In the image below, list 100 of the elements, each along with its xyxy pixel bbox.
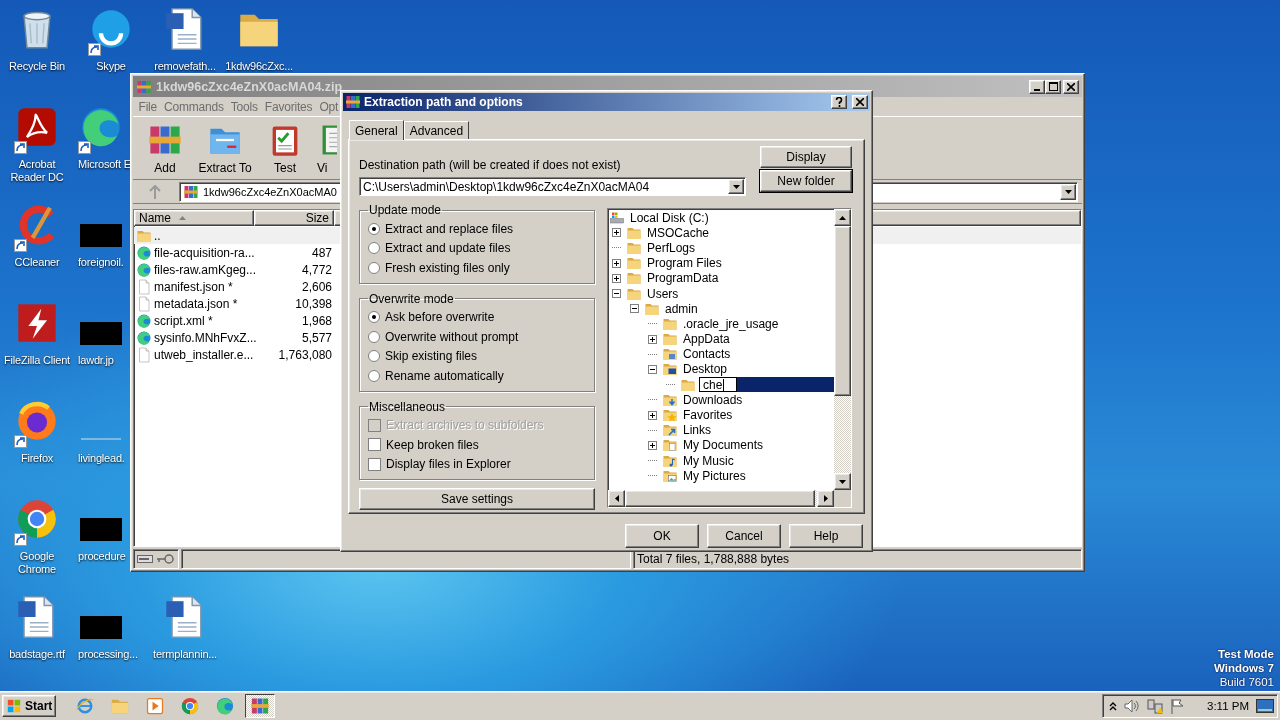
vertical-scrollbar[interactable] xyxy=(834,209,851,490)
file-name[interactable]: metadata.json * xyxy=(154,296,238,311)
flag-icon[interactable] xyxy=(1170,698,1186,714)
thumbnail-icon[interactable] xyxy=(80,224,122,247)
tree-item[interactable]: PerfLogs xyxy=(645,240,698,255)
dialog-button[interactable]: Cancel xyxy=(707,524,781,548)
destination-path-field[interactable]: C:\Users\admin\Desktop\1kdw96cZxc4eZnX0acMA04 xyxy=(359,177,746,196)
radio-button[interactable] xyxy=(368,311,380,324)
tree-item[interactable]: Desktop xyxy=(681,362,730,377)
option-label: Extract and replace files xyxy=(385,221,514,236)
expand-button[interactable] xyxy=(647,334,657,344)
tree-item[interactable]: Program Files xyxy=(645,256,724,271)
collapse-button[interactable] xyxy=(629,304,639,314)
tree-item[interactable]: MSOCache xyxy=(645,225,712,240)
file-name[interactable]: .. xyxy=(154,228,161,243)
tree-item[interactable]: ProgramData xyxy=(645,271,721,286)
collapse-button[interactable] xyxy=(611,289,621,299)
icon-label[interactable]: foreignoil. xyxy=(78,256,124,269)
tree-item[interactable]: My Pictures xyxy=(681,468,748,483)
tree-item[interactable]: Users xyxy=(645,286,681,301)
start-button[interactable]: Start xyxy=(2,695,56,717)
maximize-icon xyxy=(1048,82,1058,91)
toolbar-button[interactable]: Test xyxy=(259,122,311,175)
icon-label[interactable]: 1kdw96cZxc... xyxy=(224,60,294,73)
radio-button[interactable] xyxy=(368,261,380,274)
desktop-folder-icon xyxy=(662,361,678,378)
thumbnail-icon[interactable] xyxy=(80,322,122,345)
file-name[interactable]: script.xml * xyxy=(154,313,213,328)
tree-item[interactable]: Links xyxy=(681,423,713,438)
tree-item[interactable]: My Documents xyxy=(681,438,766,453)
expand-button[interactable] xyxy=(647,410,657,420)
radio-button[interactable] xyxy=(368,369,380,382)
file-name[interactable]: sysinfo.MNhFvxZ... xyxy=(154,330,257,345)
network-icon[interactable] xyxy=(1147,698,1163,714)
file-icon xyxy=(136,278,152,295)
tab[interactable]: General xyxy=(349,120,404,140)
radio-button[interactable] xyxy=(368,242,380,255)
icon-label[interactable]: processing... xyxy=(78,648,138,661)
column-header[interactable]: Size xyxy=(254,210,334,226)
tree-item[interactable]: My Music xyxy=(681,453,736,468)
expand-button[interactable] xyxy=(611,258,621,268)
tab[interactable]: Advanced xyxy=(403,121,470,139)
column-header[interactable]: Name xyxy=(134,210,254,226)
icon-label[interactable]: badstage.rtf xyxy=(2,648,72,661)
rename-field[interactable]: che xyxy=(699,377,737,393)
side-button[interactable]: New folder xyxy=(760,170,852,192)
thumbnail-icon[interactable] xyxy=(80,616,122,639)
icon-label[interactable]: lawdr.jp xyxy=(78,354,114,367)
folder-tree[interactable]: Local Disk (C:) MSOCache PerfLogs Program Files ProgramData Users admin .oracle_jre_usage AppData Contacts Desktop che Downloads Favorites Links My Documents My Music My Pictures xyxy=(607,208,852,508)
selected-row[interactable]: che xyxy=(699,377,834,393)
expand-button[interactable] xyxy=(611,228,621,238)
radio-button[interactable] xyxy=(368,222,380,235)
checkbox[interactable] xyxy=(368,457,381,471)
thumbnail-icon[interactable] xyxy=(80,518,122,541)
icon-label[interactable]: Recycle Bin xyxy=(2,60,72,73)
dialog-button[interactable]: Help xyxy=(789,524,863,548)
checkbox[interactable] xyxy=(368,438,381,452)
icon-label[interactable]: Skype xyxy=(76,60,146,73)
close-button[interactable] xyxy=(852,95,868,109)
file-name[interactable]: manifest.json * xyxy=(154,279,233,294)
dropdown-button[interactable] xyxy=(728,179,744,194)
browser-icon xyxy=(75,696,95,716)
expand-button[interactable] xyxy=(647,440,657,450)
dropdown-button[interactable] xyxy=(1060,183,1076,200)
icon-label[interactable]: removefath... xyxy=(150,60,220,73)
expand-button[interactable] xyxy=(611,273,621,283)
caret-down-icon xyxy=(1064,189,1072,194)
clock[interactable]: 3:11 PM xyxy=(1207,700,1249,712)
file-name[interactable]: file-acquisition-ra... xyxy=(154,245,255,260)
dialog-button[interactable]: OK xyxy=(625,524,699,548)
show-hidden-icons-button[interactable] xyxy=(1109,701,1117,711)
tree-item[interactable]: Contacts xyxy=(681,347,733,362)
tree-item[interactable]: AppData xyxy=(681,332,732,347)
tree-item[interactable]: Local Disk (C:) xyxy=(628,210,711,225)
tree-item[interactable]: Downloads xyxy=(681,392,745,407)
radio-button[interactable] xyxy=(368,350,380,363)
tree-item[interactable]: .oracle_jre_usage xyxy=(681,316,781,331)
toolbar-button[interactable]: Extract To xyxy=(193,122,257,175)
minimize-icon xyxy=(1034,88,1040,91)
file-size: 1,763,080 xyxy=(277,347,332,362)
toolbar-button[interactable]: Add xyxy=(139,122,191,175)
tree-item[interactable]: Favorites xyxy=(681,408,735,423)
side-button[interactable]: Display xyxy=(760,146,852,168)
help-button[interactable] xyxy=(831,95,847,109)
collapse-button[interactable] xyxy=(647,364,657,374)
save-settings-button[interactable]: Save settings xyxy=(359,488,595,510)
icon-label[interactable]: Acrobat Reader DC xyxy=(2,158,72,184)
horizontal-scrollbar[interactable] xyxy=(608,490,834,507)
icon-label[interactable]: CCleaner xyxy=(2,256,72,269)
file-name[interactable]: utweb_installer.e... xyxy=(154,347,254,362)
browser-icon xyxy=(180,696,200,716)
radio-button[interactable] xyxy=(368,330,380,343)
taskbar-button[interactable] xyxy=(245,694,275,718)
icon-label[interactable]: Microsoft E xyxy=(78,158,131,171)
speaker-icon[interactable] xyxy=(1124,699,1140,713)
tree-item[interactable]: admin xyxy=(663,301,700,316)
file-name[interactable]: files-raw.amKgeg... xyxy=(154,262,257,277)
show-desktop-button[interactable] xyxy=(1256,699,1274,713)
menu-item[interactable]: Commands xyxy=(160,99,228,114)
icon-label[interactable]: FileZilla Client xyxy=(2,354,72,367)
